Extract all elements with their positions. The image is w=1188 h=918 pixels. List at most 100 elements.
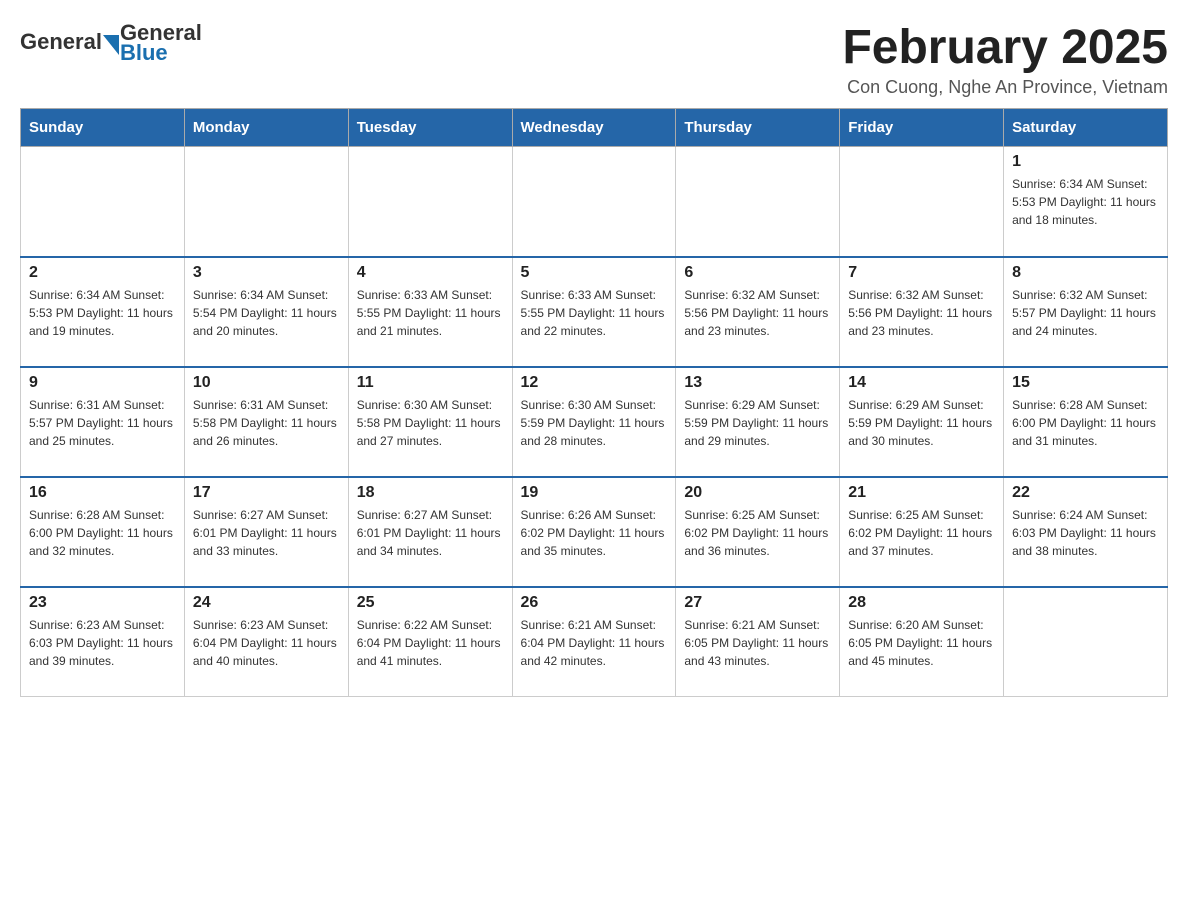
calendar-cell: 8 Sunrise: 6:32 AM Sunset: 5:57 PM Daylig…	[1004, 257, 1168, 367]
calendar-cell: 15 Sunrise: 6:28 AM Sunset: 6:00 PM Dayli…	[1004, 367, 1168, 477]
logo: General General Blue	[20, 20, 202, 64]
day-info: Sunrise: 6:23 AM Sunset: 6:03 PM Dayligh…	[29, 616, 176, 670]
day-number: 13	[684, 374, 831, 392]
logo-triangle-icon	[103, 35, 119, 55]
logo-blue-text: Blue	[120, 42, 202, 64]
calendar-cell: 4 Sunrise: 6:33 AM Sunset: 5:55 PM Daylig…	[348, 257, 512, 367]
day-number: 3	[193, 264, 340, 282]
day-info: Sunrise: 6:34 AM Sunset: 5:53 PM Dayligh…	[1012, 175, 1159, 229]
logo-general: General	[20, 29, 102, 55]
day-info: Sunrise: 6:28 AM Sunset: 6:00 PM Dayligh…	[29, 506, 176, 560]
calendar-week-4: 16 Sunrise: 6:28 AM Sunset: 6:00 PM Dayli…	[21, 477, 1168, 587]
calendar-cell	[348, 147, 512, 257]
calendar-cell: 16 Sunrise: 6:28 AM Sunset: 6:00 PM Dayli…	[21, 477, 185, 587]
day-number: 19	[521, 484, 668, 502]
calendar-cell	[840, 147, 1004, 257]
day-info: Sunrise: 6:20 AM Sunset: 6:05 PM Dayligh…	[848, 616, 995, 670]
day-info: Sunrise: 6:30 AM Sunset: 5:59 PM Dayligh…	[521, 396, 668, 450]
day-info: Sunrise: 6:24 AM Sunset: 6:03 PM Dayligh…	[1012, 506, 1159, 560]
day-info: Sunrise: 6:23 AM Sunset: 6:04 PM Dayligh…	[193, 616, 340, 670]
calendar-cell	[676, 147, 840, 257]
day-info: Sunrise: 6:32 AM Sunset: 5:56 PM Dayligh…	[684, 286, 831, 340]
title-section: February 2025 Con Cuong, Nghe An Provinc…	[842, 20, 1168, 98]
calendar-cell: 18 Sunrise: 6:27 AM Sunset: 6:01 PM Dayli…	[348, 477, 512, 587]
calendar-week-3: 9 Sunrise: 6:31 AM Sunset: 5:57 PM Daylig…	[21, 367, 1168, 477]
day-number: 20	[684, 484, 831, 502]
calendar-cell: 2 Sunrise: 6:34 AM Sunset: 5:53 PM Daylig…	[21, 257, 185, 367]
calendar-cell: 9 Sunrise: 6:31 AM Sunset: 5:57 PM Daylig…	[21, 367, 185, 477]
day-number: 28	[848, 594, 995, 612]
calendar-cell: 19 Sunrise: 6:26 AM Sunset: 6:02 PM Dayli…	[512, 477, 676, 587]
day-info: Sunrise: 6:26 AM Sunset: 6:02 PM Dayligh…	[521, 506, 668, 560]
day-number: 24	[193, 594, 340, 612]
day-info: Sunrise: 6:22 AM Sunset: 6:04 PM Dayligh…	[357, 616, 504, 670]
month-title: February 2025	[842, 20, 1168, 75]
calendar-cell	[21, 147, 185, 257]
calendar-cell: 22Sunrise: 6:24 AM Sunset: 6:03 PM Dayli…	[1004, 477, 1168, 587]
calendar-cell: 17Sunrise: 6:27 AM Sunset: 6:01 PM Dayli…	[184, 477, 348, 587]
day-number: 23	[29, 594, 176, 612]
calendar-cell: 6 Sunrise: 6:32 AM Sunset: 5:56 PM Daylig…	[676, 257, 840, 367]
calendar-cell: 5Sunrise: 6:33 AM Sunset: 5:55 PM Daylig…	[512, 257, 676, 367]
calendar-week-5: 23 Sunrise: 6:23 AM Sunset: 6:03 PM Dayli…	[21, 587, 1168, 697]
day-number: 11	[357, 374, 504, 392]
day-info: Sunrise: 6:34 AM Sunset: 5:53 PM Dayligh…	[29, 286, 176, 340]
day-info: Sunrise: 6:31 AM Sunset: 5:58 PM Dayligh…	[193, 396, 340, 450]
weekday-header-tuesday: Tuesday	[348, 109, 512, 147]
calendar-week-2: 2 Sunrise: 6:34 AM Sunset: 5:53 PM Daylig…	[21, 257, 1168, 367]
day-info: Sunrise: 6:21 AM Sunset: 6:04 PM Dayligh…	[521, 616, 668, 670]
day-info: Sunrise: 6:21 AM Sunset: 6:05 PM Dayligh…	[684, 616, 831, 670]
calendar-cell: 27 Sunrise: 6:21 AM Sunset: 6:05 PM Dayli…	[676, 587, 840, 697]
calendar-cell: 11 Sunrise: 6:30 AM Sunset: 5:58 PM Dayli…	[348, 367, 512, 477]
day-number: 4	[357, 264, 504, 282]
day-number: 8	[1012, 264, 1159, 282]
day-number: 14	[848, 374, 995, 392]
day-info: Sunrise: 6:34 AM Sunset: 5:54 PM Dayligh…	[193, 286, 340, 340]
day-number: 15	[1012, 374, 1159, 392]
day-number: 12	[521, 374, 668, 392]
day-number: 9	[29, 374, 176, 392]
day-number: 6	[684, 264, 831, 282]
day-number: 21	[848, 484, 995, 502]
calendar-cell: 1Sunrise: 6:34 AM Sunset: 5:53 PM Daylig…	[1004, 147, 1168, 257]
calendar-cell: 23 Sunrise: 6:23 AM Sunset: 6:03 PM Dayli…	[21, 587, 185, 697]
day-info: Sunrise: 6:32 AM Sunset: 5:57 PM Dayligh…	[1012, 286, 1159, 340]
calendar-cell: 28 Sunrise: 6:20 AM Sunset: 6:05 PM Dayli…	[840, 587, 1004, 697]
day-number: 27	[684, 594, 831, 612]
calendar-cell: 26 Sunrise: 6:21 AM Sunset: 6:04 PM Dayli…	[512, 587, 676, 697]
calendar-week-1: 1Sunrise: 6:34 AM Sunset: 5:53 PM Daylig…	[21, 147, 1168, 257]
weekday-header-friday: Friday	[840, 109, 1004, 147]
day-info: Sunrise: 6:30 AM Sunset: 5:58 PM Dayligh…	[357, 396, 504, 450]
day-info: Sunrise: 6:31 AM Sunset: 5:57 PM Dayligh…	[29, 396, 176, 450]
day-number: 25	[357, 594, 504, 612]
day-number: 7	[848, 264, 995, 282]
day-info: Sunrise: 6:32 AM Sunset: 5:56 PM Dayligh…	[848, 286, 995, 340]
calendar-table: SundayMondayTuesdayWednesdayThursdayFrid…	[20, 108, 1168, 697]
day-number: 2	[29, 264, 176, 282]
page-header: General General Blue February 2025 Con C…	[20, 20, 1168, 98]
calendar-cell: 3 Sunrise: 6:34 AM Sunset: 5:54 PM Daylig…	[184, 257, 348, 367]
weekday-header-wednesday: Wednesday	[512, 109, 676, 147]
day-info: Sunrise: 6:29 AM Sunset: 5:59 PM Dayligh…	[684, 396, 831, 450]
weekday-header-sunday: Sunday	[21, 109, 185, 147]
day-info: Sunrise: 6:33 AM Sunset: 5:55 PM Dayligh…	[357, 286, 504, 340]
calendar-cell: 20Sunrise: 6:25 AM Sunset: 6:02 PM Dayli…	[676, 477, 840, 587]
calendar-cell: 12 Sunrise: 6:30 AM Sunset: 5:59 PM Dayli…	[512, 367, 676, 477]
calendar-cell	[512, 147, 676, 257]
weekday-header-monday: Monday	[184, 109, 348, 147]
calendar-cell: 7 Sunrise: 6:32 AM Sunset: 5:56 PM Daylig…	[840, 257, 1004, 367]
day-number: 17	[193, 484, 340, 502]
calendar-cell: 24 Sunrise: 6:23 AM Sunset: 6:04 PM Dayli…	[184, 587, 348, 697]
calendar-cell	[184, 147, 348, 257]
day-info: Sunrise: 6:25 AM Sunset: 6:02 PM Dayligh…	[848, 506, 995, 560]
day-number: 16	[29, 484, 176, 502]
day-info: Sunrise: 6:29 AM Sunset: 5:59 PM Dayligh…	[848, 396, 995, 450]
day-number: 26	[521, 594, 668, 612]
day-number: 10	[193, 374, 340, 392]
day-number: 18	[357, 484, 504, 502]
day-info: Sunrise: 6:27 AM Sunset: 6:01 PM Dayligh…	[357, 506, 504, 560]
day-info: Sunrise: 6:28 AM Sunset: 6:00 PM Dayligh…	[1012, 396, 1159, 450]
calendar-cell: 21 Sunrise: 6:25 AM Sunset: 6:02 PM Dayli…	[840, 477, 1004, 587]
calendar-cell: 14 Sunrise: 6:29 AM Sunset: 5:59 PM Dayli…	[840, 367, 1004, 477]
weekday-header-row: SundayMondayTuesdayWednesdayThursdayFrid…	[21, 109, 1168, 147]
